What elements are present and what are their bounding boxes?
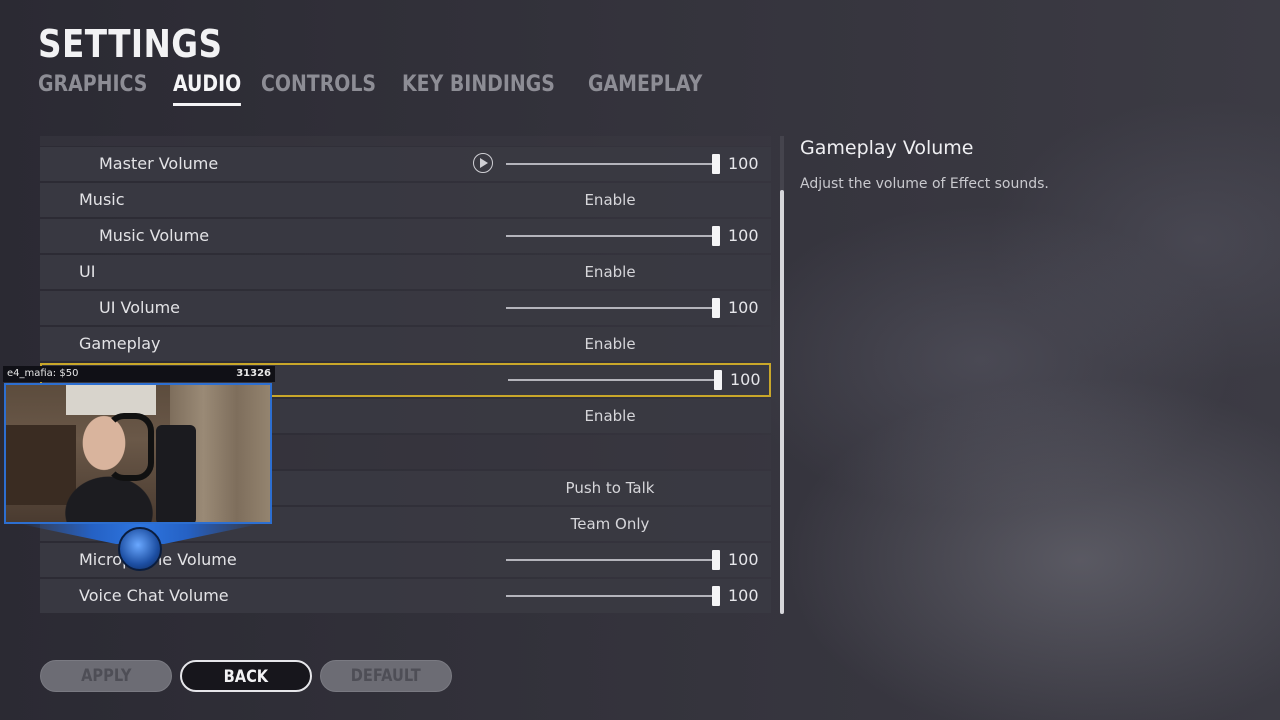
setting-value[interactable]: Enable <box>530 255 690 289</box>
tab-graphics[interactable]: GRAPHICS <box>38 72 147 106</box>
master-volume-slider[interactable] <box>506 147 726 181</box>
tab-gameplay[interactable]: GAMEPLAY <box>588 72 702 106</box>
back-button[interactable]: BACK <box>180 660 312 692</box>
setting-value[interactable]: Push to Talk <box>530 471 690 505</box>
setting-label: Master Volume <box>99 154 219 173</box>
slider-value: 100 <box>728 154 759 173</box>
webcam-chair <box>156 425 196 522</box>
page-title: SETTINGS <box>38 22 223 66</box>
slider-thumb[interactable] <box>712 550 720 570</box>
setting-music[interactable]: Music Enable <box>40 183 771 217</box>
apply-button[interactable]: APPLY <box>40 660 172 692</box>
setting-label: UI Volume <box>99 298 181 317</box>
scrollbar-thumb[interactable] <box>780 190 784 614</box>
stream-donation-bar: e4_mafia: $50 31326 <box>3 366 275 382</box>
default-button[interactable]: DEFAULT <box>320 660 452 692</box>
play-preview-icon[interactable] <box>473 153 493 173</box>
setting-voice-chat-volume[interactable]: Voice Chat Volume 100 <box>40 579 771 613</box>
headset-icon <box>106 413 154 481</box>
setting-gameplay[interactable]: Gameplay Enable <box>40 327 771 361</box>
slider-value: 100 <box>728 550 759 569</box>
settings-tabs: GRAPHICS AUDIO CONTROLS KEY BINDINGS GAM… <box>38 72 707 106</box>
setting-music-volume[interactable]: Music Volume 100 <box>40 219 771 253</box>
setting-value[interactable]: Team Only <box>530 507 690 541</box>
back-button-label: BACK <box>223 667 269 687</box>
setting-ui[interactable]: UI Enable <box>40 255 771 289</box>
setting-label: Voice Chat Volume <box>79 586 229 605</box>
slider-thumb[interactable] <box>712 154 720 174</box>
slider-value: 100 <box>728 226 759 245</box>
slider-thumb[interactable] <box>712 586 720 606</box>
list-top-edge <box>40 136 771 146</box>
slider-value: 100 <box>728 586 759 605</box>
setting-label: UI <box>79 262 96 281</box>
donation-text: e4_mafia: $50 <box>7 368 79 379</box>
apply-button-label: APPLY <box>80 666 132 686</box>
default-button-label: DEFAULT <box>350 666 422 686</box>
setting-label: Music Volume <box>99 226 210 245</box>
description-text: Adjust the volume of Effect sounds. <box>800 176 1049 192</box>
voice-chat-volume-slider[interactable] <box>506 579 726 613</box>
description-title: Gameplay Volume <box>800 137 974 159</box>
setting-label: Music <box>79 190 125 209</box>
slider-value: 100 <box>728 298 759 317</box>
viewer-count: 31326 <box>236 368 271 379</box>
slider-thumb[interactable] <box>712 226 720 246</box>
tab-key-bindings[interactable]: KEY BINDINGS <box>402 72 555 106</box>
webcam-overlay <box>4 383 272 524</box>
setting-value[interactable]: Enable <box>530 327 690 361</box>
streamer-logo-icon <box>118 527 162 571</box>
setting-ui-volume[interactable]: UI Volume 100 <box>40 291 771 325</box>
setting-master-volume[interactable]: Master Volume 100 <box>40 147 771 181</box>
microphone-volume-slider[interactable] <box>506 543 726 577</box>
slider-value: 100 <box>730 370 761 389</box>
slider-thumb[interactable] <box>712 298 720 318</box>
slider-thumb[interactable] <box>714 370 722 390</box>
setting-label: Gameplay <box>79 334 161 353</box>
tab-audio[interactable]: AUDIO <box>173 72 242 106</box>
setting-value[interactable]: Enable <box>530 183 690 217</box>
gameplay-volume-slider[interactable] <box>508 363 728 397</box>
setting-value[interactable]: Enable <box>530 399 690 433</box>
music-volume-slider[interactable] <box>506 219 726 253</box>
tab-controls[interactable]: CONTROLS <box>261 72 376 106</box>
ui-volume-slider[interactable] <box>506 291 726 325</box>
